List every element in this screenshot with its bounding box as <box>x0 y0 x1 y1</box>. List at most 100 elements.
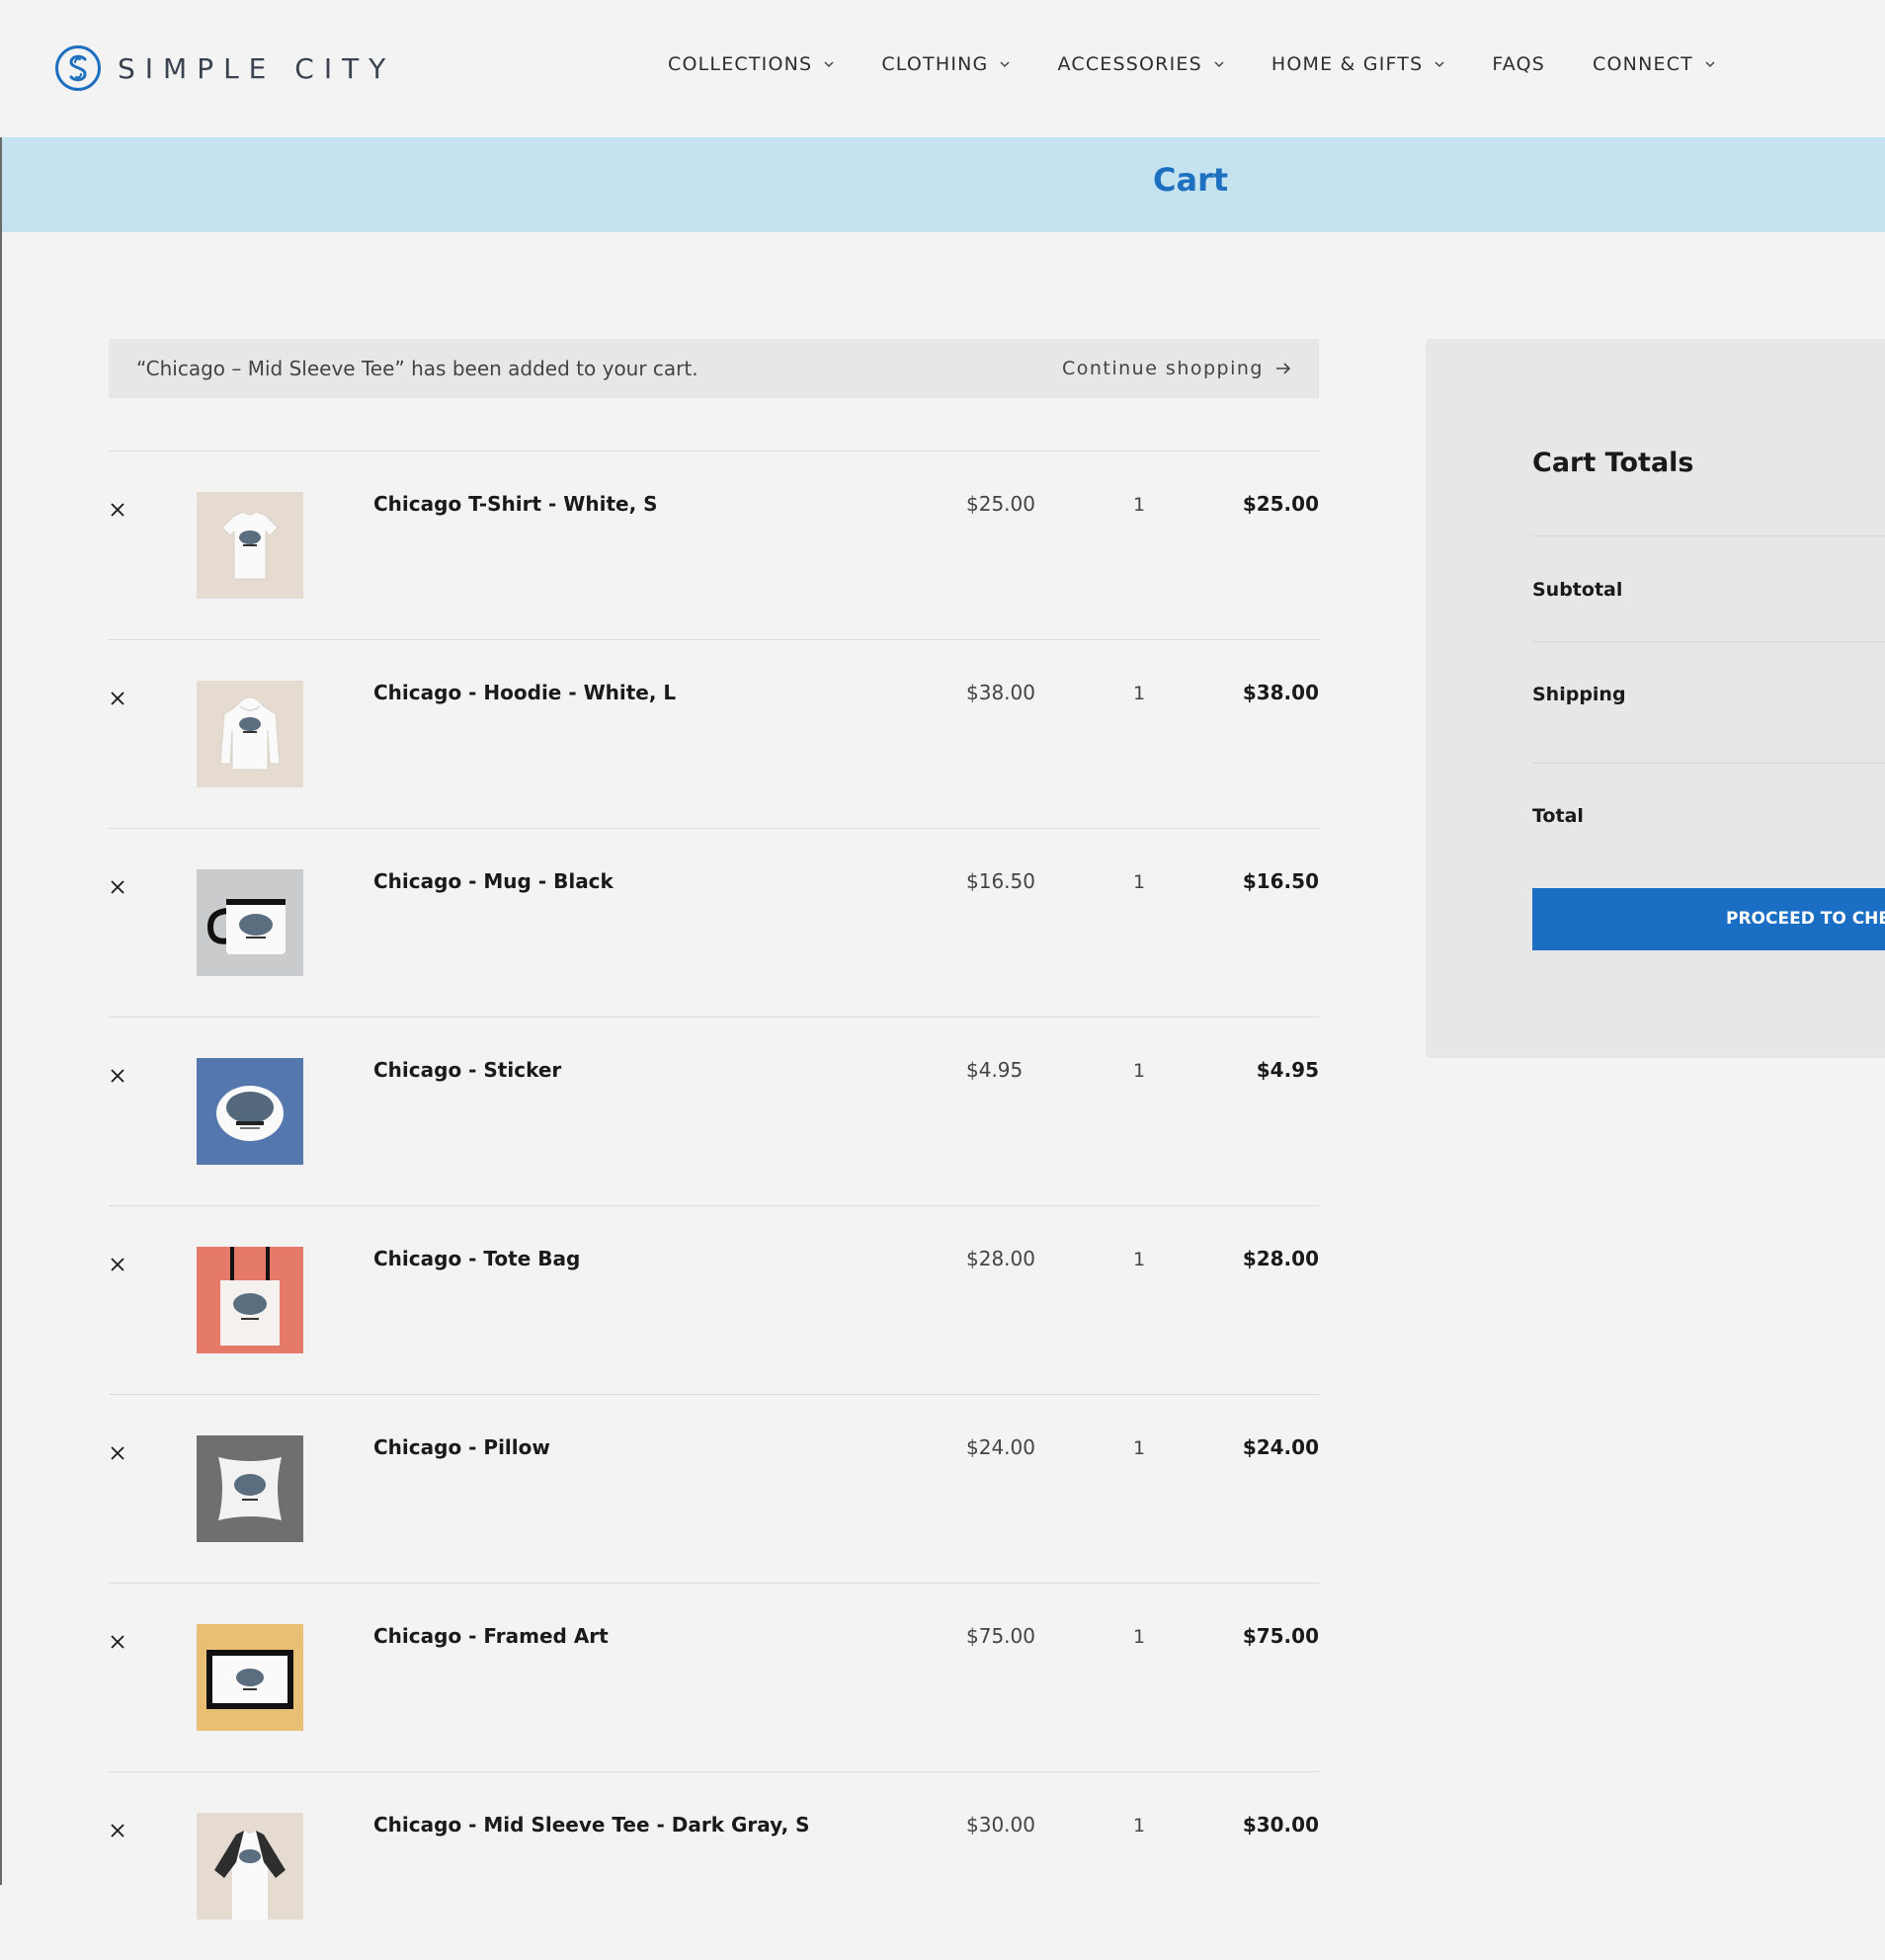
table-row: Chicago T-Shirt - White, S $25.00 1 $25.… <box>109 450 1319 639</box>
product-quantity[interactable]: 1 <box>1133 1815 1145 1837</box>
product-name[interactable]: Chicago T-Shirt - White, S <box>373 492 658 516</box>
product-thumbnail[interactable] <box>197 681 303 787</box>
product-subtotal: $75.00 <box>1242 1624 1319 1648</box>
remove-item-icon[interactable] <box>109 878 126 896</box>
site-logo[interactable]: SIMPLE CITY <box>54 44 395 92</box>
subtotal-label: Subtotal <box>1532 579 1623 601</box>
product-subtotal: $30.00 <box>1242 1813 1319 1837</box>
divider <box>1532 641 1885 642</box>
sticker-icon <box>216 1086 284 1141</box>
product-name[interactable]: Chicago - Framed Art <box>373 1624 609 1648</box>
product-name[interactable]: Chicago - Pillow <box>373 1435 550 1459</box>
tote-bag-icon <box>220 1247 280 1346</box>
product-thumbnail[interactable] <box>197 869 303 976</box>
table-row: Chicago - Hoodie - White, L $38.00 1 $38… <box>109 639 1319 828</box>
product-subtotal: $28.00 <box>1242 1247 1319 1270</box>
product-subtotal: $38.00 <box>1242 681 1319 704</box>
chevron-down-icon <box>1434 60 1444 67</box>
nav-item-label: HOME & GIFTS <box>1270 53 1424 75</box>
nav-item-collections[interactable]: COLLECTIONS <box>668 53 834 75</box>
nav-item-label: FAQS <box>1492 53 1546 75</box>
page-banner: Cart <box>2 137 1885 232</box>
tshirt-icon <box>221 511 279 580</box>
product-subtotal: $4.95 <box>1256 1058 1319 1082</box>
nav-item-label: CONNECT <box>1593 53 1693 75</box>
cart-table: Chicago T-Shirt - White, S $25.00 1 $25.… <box>109 450 1319 1960</box>
product-quantity[interactable]: 1 <box>1133 683 1145 704</box>
product-price: $16.50 <box>966 869 1035 893</box>
remove-item-icon[interactable] <box>109 1444 126 1462</box>
product-thumbnail[interactable] <box>197 492 303 599</box>
chevron-down-icon <box>1705 60 1715 67</box>
continue-shopping-link[interactable]: Continue shopping <box>1062 358 1291 379</box>
page-left-border <box>0 0 2 1885</box>
nav-item-label: COLLECTIONS <box>668 53 813 75</box>
chevron-down-icon <box>1000 60 1011 67</box>
product-price: $30.00 <box>966 1813 1035 1837</box>
remove-item-icon[interactable] <box>109 690 126 707</box>
cart-totals-title: Cart Totals <box>1532 448 1694 478</box>
product-name[interactable]: Chicago - Hoodie - White, L <box>373 681 676 704</box>
remove-item-icon[interactable] <box>109 1256 126 1273</box>
product-thumbnail[interactable] <box>197 1058 303 1165</box>
remove-item-icon[interactable] <box>109 1067 126 1085</box>
logo-icon <box>55 45 101 91</box>
product-quantity[interactable]: 1 <box>1133 871 1145 893</box>
nav-item-clothing[interactable]: CLOTHING <box>881 53 1011 75</box>
nav-item-accessories[interactable]: ACCESSORIES <box>1057 53 1224 75</box>
added-to-cart-notice: “Chicago – Mid Sleeve Tee” has been adde… <box>109 339 1319 398</box>
product-thumbnail[interactable] <box>197 1813 303 1919</box>
product-name[interactable]: Chicago - Sticker <box>373 1058 561 1082</box>
table-row: Chicago - Sticker $4.95 1 $4.95 <box>109 1017 1319 1205</box>
product-quantity[interactable]: 1 <box>1133 1060 1145 1082</box>
proceed-to-checkout-button[interactable]: PROCEED TO CHECKOUT <box>1532 888 1885 950</box>
shipping-label: Shipping <box>1532 684 1626 705</box>
raglan-tee-icon <box>214 1831 286 1919</box>
nav-item-label: ACCESSORIES <box>1057 53 1202 75</box>
checkout-button-label: PROCEED TO CHECKOUT <box>1726 909 1885 929</box>
framed-art-icon <box>206 1650 293 1709</box>
nav-item-label: CLOTHING <box>881 53 989 75</box>
remove-item-icon[interactable] <box>109 1822 126 1839</box>
product-name[interactable]: Chicago - Mug - Black <box>373 869 614 893</box>
site-header: SIMPLE CITY COLLECTIONS CLOTHING ACCESSO… <box>0 0 1885 137</box>
mug-icon <box>206 899 286 954</box>
product-subtotal: $25.00 <box>1242 492 1319 516</box>
arrow-right-icon <box>1276 363 1291 374</box>
hoodie-icon <box>219 696 281 771</box>
notice-message: “Chicago – Mid Sleeve Tee” has been adde… <box>136 357 698 380</box>
product-quantity[interactable]: 1 <box>1133 494 1145 516</box>
product-quantity[interactable]: 1 <box>1133 1249 1145 1270</box>
table-row: Chicago - Tote Bag $28.00 1 $28.00 <box>109 1205 1319 1394</box>
product-thumbnail[interactable] <box>197 1435 303 1542</box>
product-name[interactable]: Chicago - Mid Sleeve Tee - Dark Gray, S <box>373 1813 810 1837</box>
total-label: Total <box>1532 805 1584 827</box>
product-price: $24.00 <box>966 1435 1035 1459</box>
product-subtotal: $16.50 <box>1242 869 1319 893</box>
nav-item-home-gifts[interactable]: HOME & GIFTS <box>1271 53 1445 75</box>
product-price: $38.00 <box>966 681 1035 704</box>
table-row: Chicago - Mid Sleeve Tee - Dark Gray, S … <box>109 1771 1319 1960</box>
product-thumbnail[interactable] <box>197 1247 303 1353</box>
chevron-down-icon <box>824 60 834 67</box>
nav-item-faqs[interactable]: FAQS <box>1492 53 1545 75</box>
remove-item-icon[interactable] <box>109 1633 126 1651</box>
product-subtotal: $24.00 <box>1242 1435 1319 1459</box>
product-thumbnail[interactable] <box>197 1624 303 1731</box>
page-title: Cart <box>1153 161 1229 199</box>
product-quantity[interactable]: 1 <box>1133 1437 1145 1459</box>
product-price: $25.00 <box>966 492 1035 516</box>
main-nav: COLLECTIONS CLOTHING ACCESSORIES HOME & … <box>668 53 1762 75</box>
table-row: Chicago - Pillow $24.00 1 $24.00 <box>109 1394 1319 1583</box>
logo-wordmark: SIMPLE CITY <box>118 51 396 85</box>
product-price: $28.00 <box>966 1247 1035 1270</box>
cart-totals-panel: Cart Totals Subtotal Shipping Total PROC… <box>1426 339 1885 1058</box>
product-price: $4.95 <box>966 1058 1024 1082</box>
chevron-down-icon <box>1214 60 1224 67</box>
nav-item-connect[interactable]: CONNECT <box>1593 53 1715 75</box>
table-row: Chicago - Mug - Black $16.50 1 $16.50 <box>109 828 1319 1017</box>
pillow-icon <box>218 1457 282 1520</box>
product-quantity[interactable]: 1 <box>1133 1626 1145 1648</box>
product-name[interactable]: Chicago - Tote Bag <box>373 1247 580 1270</box>
remove-item-icon[interactable] <box>109 501 126 519</box>
